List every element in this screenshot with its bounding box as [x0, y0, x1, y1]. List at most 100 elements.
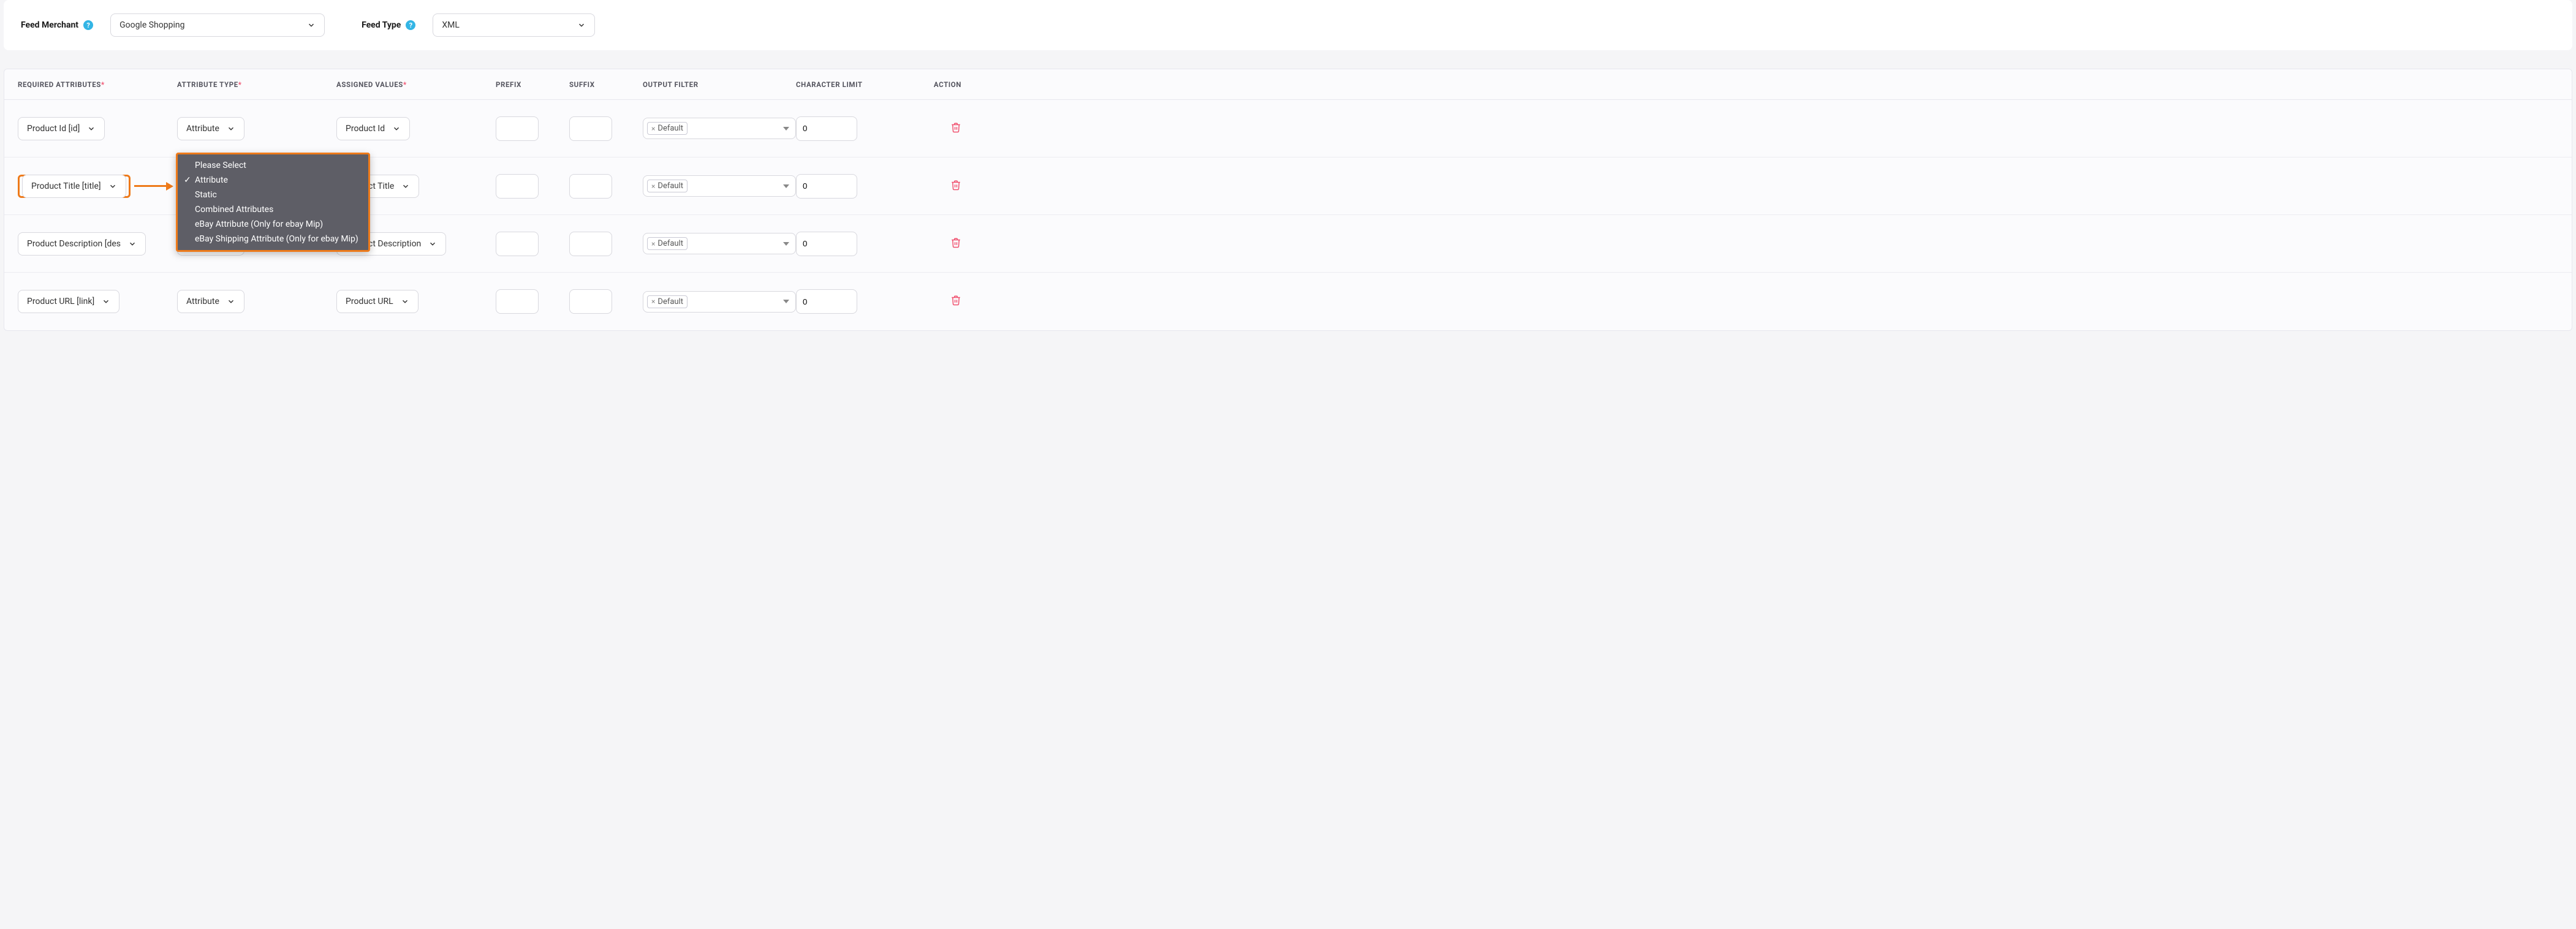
- filter-tag: ×Default: [647, 122, 688, 135]
- dropdown-option[interactable]: Combined Attributes: [178, 202, 368, 217]
- th-attribute-type: ATTRIBUTE TYPE*: [177, 80, 336, 89]
- highlight-box: Product Title [title]: [18, 175, 131, 198]
- assigned-value-select[interactable]: Product URL: [336, 290, 419, 313]
- feed-merchant-value: Google Shopping: [119, 20, 184, 30]
- output-filter-select[interactable]: ×Default: [643, 233, 796, 254]
- table-header-row: REQUIRED ATTRIBUTES* ATTRIBUTE TYPE* ASS…: [4, 69, 2572, 100]
- filter-tag-label: Default: [657, 297, 683, 306]
- th-output-filter: OUTPUT FILTER: [643, 80, 796, 89]
- chevron-down-icon: [307, 21, 316, 29]
- filter-tag: ×Default: [647, 180, 688, 192]
- remove-tag-icon[interactable]: ×: [651, 240, 655, 248]
- chevron-down-icon: [128, 240, 137, 248]
- chevron-down-icon: [108, 182, 117, 191]
- dropdown-caret-icon: [783, 184, 789, 188]
- feed-merchant-group: Feed Merchant ? Google Shopping: [21, 13, 325, 37]
- delete-row-button[interactable]: [950, 179, 961, 194]
- attribute-type-select[interactable]: Attribute: [177, 290, 244, 313]
- remove-tag-icon[interactable]: ×: [651, 182, 655, 191]
- feed-type-group: Feed Type ? XML: [362, 13, 595, 37]
- feed-type-label: Feed Type ?: [362, 20, 415, 30]
- required-attr-value: Product URL [link]: [27, 297, 94, 306]
- suffix-input[interactable]: [569, 232, 612, 256]
- table-row: Product Title [title]AttributeProduct Ti…: [4, 157, 2572, 215]
- dropdown-option[interactable]: Attribute: [178, 173, 368, 188]
- attribute-type-value: Attribute: [186, 124, 219, 134]
- dropdown-option[interactable]: eBay Shipping Attribute (Only for ebay M…: [178, 232, 368, 246]
- prefix-input[interactable]: [496, 116, 539, 141]
- feed-merchant-select[interactable]: Google Shopping: [110, 13, 325, 37]
- dropdown-option[interactable]: Please Select: [178, 158, 368, 173]
- character-limit-input[interactable]: [796, 116, 857, 141]
- help-icon[interactable]: ?: [406, 20, 415, 30]
- th-suffix: SUFFIX: [569, 80, 643, 89]
- dropdown-option[interactable]: eBay Attribute (Only for ebay Mip): [178, 217, 368, 232]
- required-attr-value: Product Description [des: [27, 239, 121, 249]
- th-assigned-values: ASSIGNED VALUES*: [336, 80, 496, 89]
- required-attr-value: Product Title [title]: [31, 181, 101, 191]
- feed-settings-panel: Feed Merchant ? Google Shopping Feed Typ…: [4, 0, 2572, 50]
- chevron-down-icon: [401, 297, 409, 306]
- chevron-down-icon: [227, 297, 235, 306]
- output-filter-select[interactable]: ×Default: [643, 291, 796, 313]
- attribute-type-dropdown[interactable]: Please SelectAttributeStaticCombined Att…: [176, 153, 370, 252]
- remove-tag-icon[interactable]: ×: [651, 297, 655, 306]
- table-row: Product Description [desAttributeProduct…: [4, 215, 2572, 273]
- remove-tag-icon[interactable]: ×: [651, 124, 655, 133]
- table-row: Product Id [id] Attribute Product Id ×Defau…: [4, 100, 2572, 157]
- suffix-input[interactable]: [569, 289, 612, 314]
- th-required-attributes: REQUIRED ATTRIBUTES*: [18, 80, 177, 89]
- assigned-value: Product URL: [346, 297, 393, 306]
- feed-type-value: XML: [442, 20, 460, 30]
- chevron-down-icon: [227, 124, 235, 133]
- chevron-down-icon: [401, 182, 410, 191]
- suffix-input[interactable]: [569, 174, 612, 199]
- attribute-type-select[interactable]: Attribute: [177, 117, 244, 140]
- character-limit-input[interactable]: [796, 232, 857, 256]
- required-attr-value: Product Id [id]: [27, 124, 80, 134]
- dropdown-caret-icon: [783, 242, 789, 246]
- table-row: Product URL [link] Attribute Product URL ×D…: [4, 273, 2572, 330]
- output-filter-select[interactable]: ×Default: [643, 175, 796, 197]
- delete-row-button[interactable]: [950, 294, 961, 309]
- dropdown-option[interactable]: Static: [178, 188, 368, 202]
- output-filter-select[interactable]: ×Default: [643, 118, 796, 139]
- chevron-down-icon: [577, 21, 586, 29]
- prefix-input[interactable]: [496, 289, 539, 314]
- chevron-down-icon: [392, 124, 401, 133]
- feed-type-label-text: Feed Type: [362, 20, 401, 30]
- dropdown-caret-icon: [783, 300, 789, 303]
- th-action: ACTION: [919, 80, 961, 89]
- prefix-input[interactable]: [496, 174, 539, 199]
- prefix-input[interactable]: [496, 232, 539, 256]
- dropdown-caret-icon: [783, 127, 789, 131]
- attribute-type-value: Attribute: [186, 297, 219, 306]
- help-icon[interactable]: ?: [83, 20, 93, 30]
- character-limit-input[interactable]: [796, 174, 857, 199]
- delete-row-button[interactable]: [950, 237, 961, 251]
- feed-merchant-label: Feed Merchant ?: [21, 20, 93, 30]
- filter-tag-label: Default: [657, 239, 683, 248]
- required-attr-select[interactable]: Product Description [des: [18, 232, 146, 256]
- required-attr-select[interactable]: Product Id [id]: [18, 117, 105, 140]
- attributes-table: REQUIRED ATTRIBUTES* ATTRIBUTE TYPE* ASS…: [4, 69, 2572, 331]
- annotation-arrow: [134, 182, 173, 191]
- feed-merchant-label-text: Feed Merchant: [21, 20, 78, 30]
- chevron-down-icon: [87, 124, 96, 133]
- required-attr-select[interactable]: Product Title [title]: [22, 175, 126, 198]
- filter-tag: ×Default: [647, 295, 688, 308]
- feed-type-select[interactable]: XML: [433, 13, 595, 37]
- filter-tag: ×Default: [647, 237, 688, 250]
- th-character-limit: CHARACTER LIMIT: [796, 80, 919, 89]
- delete-row-button[interactable]: [950, 121, 961, 136]
- suffix-input[interactable]: [569, 116, 612, 141]
- assigned-value: Product Id: [346, 124, 385, 134]
- filter-tag-label: Default: [657, 181, 683, 191]
- character-limit-input[interactable]: [796, 289, 857, 314]
- th-prefix: PREFIX: [496, 80, 569, 89]
- assigned-value-select[interactable]: Product Id: [336, 117, 410, 140]
- chevron-down-icon: [102, 297, 110, 306]
- required-attr-select[interactable]: Product URL [link]: [18, 290, 119, 313]
- filter-tag-label: Default: [657, 124, 683, 133]
- chevron-down-icon: [428, 240, 437, 248]
